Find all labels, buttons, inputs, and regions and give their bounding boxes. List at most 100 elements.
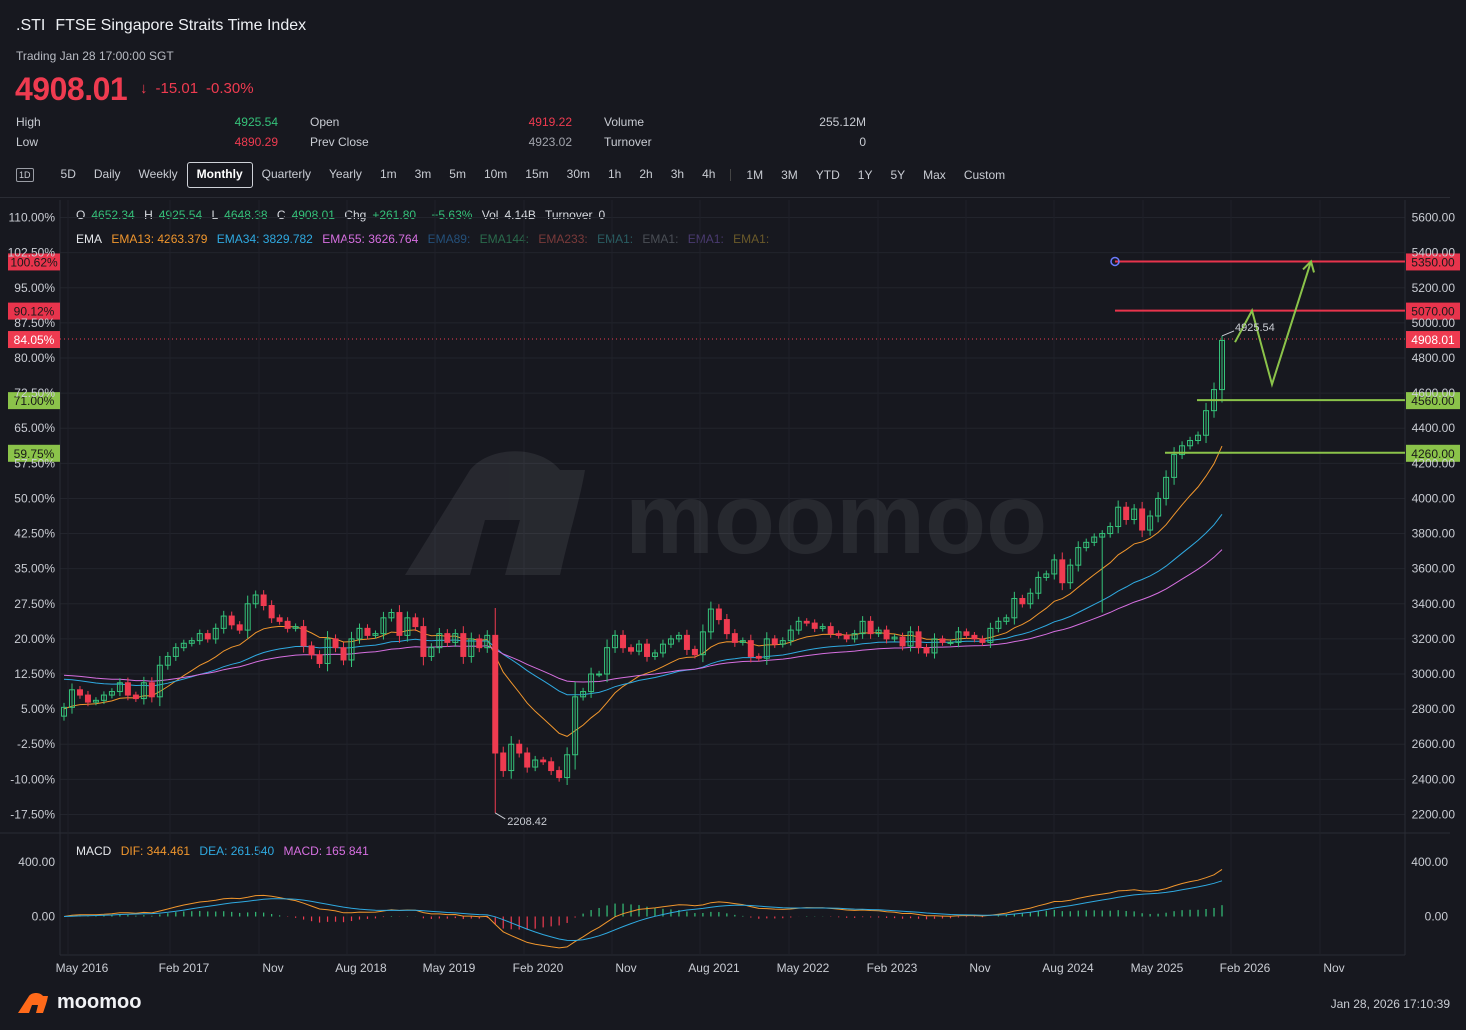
ema34-legend[interactable]: EMA34: 3829.782 xyxy=(217,232,313,246)
candle-body xyxy=(1067,564,1074,584)
hline-pct-tag xyxy=(8,302,60,320)
macd-tick-label-left: 0.00 xyxy=(32,909,56,923)
price-tick-label: 2400.00 xyxy=(1412,772,1456,786)
timeframe-max[interactable]: Max xyxy=(914,163,955,187)
candle-body xyxy=(388,612,395,619)
candle-body xyxy=(516,743,523,754)
candle-body xyxy=(1091,536,1098,543)
ema89-legend[interactable]: EMA89: xyxy=(428,232,471,246)
percent-tick-label: 110.00% xyxy=(9,211,56,225)
low-marker-label: 2208.42 xyxy=(507,816,547,828)
candle-body xyxy=(1131,508,1138,521)
candle-body xyxy=(691,648,698,656)
projection-arrow xyxy=(1234,259,1315,388)
hline-pct-tag xyxy=(8,444,60,462)
timeframe-yearly[interactable]: Yearly xyxy=(320,162,371,186)
hline-price-label: 5070.00 xyxy=(1411,305,1455,319)
candle-body xyxy=(883,629,890,640)
candle-body xyxy=(715,608,722,621)
candle-body xyxy=(620,634,627,649)
ema-extra-legend-1[interactable]: EMA1: xyxy=(597,232,633,246)
timeframe-1h[interactable]: 1h xyxy=(599,162,630,186)
timeframe-2h[interactable]: 2h xyxy=(630,162,661,186)
timeframe-ytd[interactable]: YTD xyxy=(807,163,849,187)
ema144-legend[interactable]: EMA144: xyxy=(480,232,529,246)
vol-legend-label: Vol xyxy=(481,208,499,222)
timeframe-3m[interactable]: 3m xyxy=(406,162,441,186)
candle-body xyxy=(396,612,403,636)
candle-body xyxy=(580,691,587,698)
percent-tick-label: 50.00% xyxy=(14,491,55,505)
candle-body xyxy=(947,641,954,644)
timeframe-5m[interactable]: 5m xyxy=(440,162,475,186)
time-tick-label: Aug 2024 xyxy=(1042,961,1094,975)
low-value: 4890.29 xyxy=(234,135,278,149)
time-tick-label: Nov xyxy=(969,961,990,975)
candle-body xyxy=(444,633,451,643)
hline-price-label: 5350.00 xyxy=(1411,255,1455,269)
candle-body xyxy=(699,631,706,656)
price-change: ↓ -15.01 -0.30% xyxy=(140,80,262,97)
timeframe-30m[interactable]: 30m xyxy=(558,162,599,186)
timeframe-1y[interactable]: 1Y xyxy=(849,163,882,187)
change-value: -15.01 xyxy=(155,80,199,97)
percent-tick-label: 87.50% xyxy=(14,316,55,330)
percent-tick-label: 27.50% xyxy=(14,597,55,611)
macd-legend[interactable]: MACD DIF: 344.461 DEA: 261.540 MACD: 165… xyxy=(76,844,375,858)
price-tick-label: 2600.00 xyxy=(1412,737,1456,751)
ema-legend[interactable]: EMA EMA13: 4263.379 EMA34: 3829.782 EMA5… xyxy=(76,232,775,246)
candle-body xyxy=(316,654,323,664)
candle-body xyxy=(300,626,307,647)
timeframe-quarterly[interactable]: Quarterly xyxy=(253,162,320,186)
candle-body xyxy=(148,682,155,698)
candle-body xyxy=(172,647,179,657)
intraday-toggle-icon[interactable]: 1D xyxy=(16,168,34,182)
moomoo-watermark: moomoo xyxy=(405,451,1047,575)
timeframe-1m[interactable]: 1m xyxy=(371,162,406,186)
ema-extra-legend-3[interactable]: EMA1: xyxy=(688,232,724,246)
timeframe-5d[interactable]: 5D xyxy=(52,162,85,186)
candle-body xyxy=(1027,592,1034,605)
candle-body xyxy=(116,682,123,693)
candle-body xyxy=(228,615,235,626)
ema233-legend[interactable]: EMA233: xyxy=(538,232,587,246)
timeframe-custom[interactable]: Custom xyxy=(955,163,1014,187)
timeframe-15m[interactable]: 15m xyxy=(516,162,557,186)
candle-body xyxy=(1083,541,1090,549)
candle-body xyxy=(899,636,906,647)
percent-tick-label: 20.00% xyxy=(14,632,55,646)
candle-body xyxy=(332,638,339,649)
candle-body xyxy=(156,664,163,698)
timeframe-5y[interactable]: 5Y xyxy=(881,163,914,187)
macd-dea-line xyxy=(63,880,1223,942)
timeframe-monthly[interactable]: Monthly xyxy=(186,162,253,188)
candle-body xyxy=(987,627,994,643)
ema-extra-legend-4[interactable]: EMA1: xyxy=(733,232,769,246)
chg-legend-value: +261.80 xyxy=(372,208,417,222)
ema55-legend[interactable]: EMA55: 3626.764 xyxy=(322,232,418,246)
ema13-legend[interactable]: EMA13: 4263.379 xyxy=(111,232,207,246)
candle-body xyxy=(907,631,914,647)
macd-legend-label[interactable]: MACD xyxy=(76,844,111,858)
candle-body xyxy=(1059,559,1066,584)
candle-body xyxy=(356,627,363,640)
price-tick-label: 3000.00 xyxy=(1412,667,1456,681)
candle-body xyxy=(188,640,195,644)
timeframe-4h[interactable]: 4h xyxy=(693,162,724,186)
ema-legend-label[interactable]: EMA xyxy=(76,232,102,246)
candle-body xyxy=(468,638,475,657)
macd-tick-label-right: 400.00 xyxy=(1411,855,1448,869)
ema-extra-legend-2[interactable]: EMA1: xyxy=(642,232,678,246)
timeframe-10m[interactable]: 10m xyxy=(475,162,516,186)
timeframe-3h[interactable]: 3h xyxy=(662,162,693,186)
candle-body xyxy=(787,629,794,642)
macd-tick-label-left: 400.00 xyxy=(18,855,55,869)
moomoo-logo-icon xyxy=(18,992,48,1013)
timeframe-weekly[interactable]: Weekly xyxy=(130,162,187,186)
candle-body xyxy=(739,640,746,643)
timeframe-daily[interactable]: Daily xyxy=(85,162,130,186)
price-chart[interactable]: moomoo 5350.00 100.62% 5070.00 90.12% 4560.0… xyxy=(0,0,1466,1030)
timeframe-3m[interactable]: 3M xyxy=(772,163,807,187)
timeframe-1m[interactable]: 1M xyxy=(737,163,772,187)
candle-body xyxy=(1019,598,1026,605)
